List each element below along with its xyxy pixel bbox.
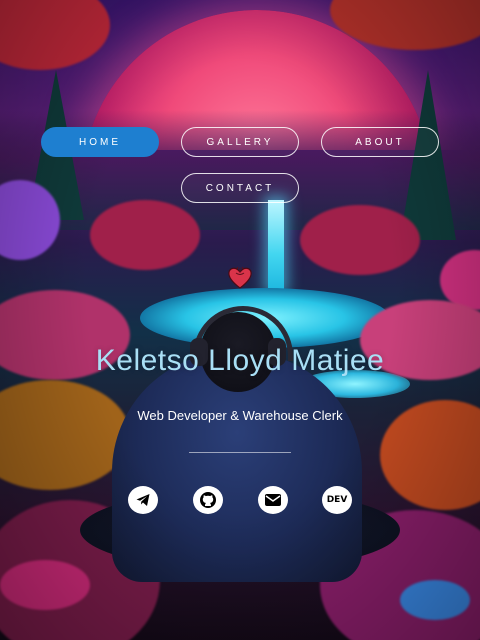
github-link[interactable] <box>193 486 223 514</box>
github-icon <box>200 492 216 508</box>
dev-link[interactable]: DEV <box>322 486 352 514</box>
email-link[interactable] <box>258 486 288 514</box>
nav-contact-button[interactable]: CONTACT <box>181 173 299 203</box>
heart-logo-icon <box>226 264 254 292</box>
telegram-link[interactable] <box>128 486 158 514</box>
dev-icon: DEV <box>326 495 348 505</box>
divider <box>189 452 291 453</box>
telegram-icon <box>136 494 150 506</box>
email-icon <box>265 494 281 506</box>
nav-about-button[interactable]: ABOUT <box>321 127 439 157</box>
hero-tagline: Web Developer & Warehouse Clerk <box>137 408 343 423</box>
nav-home-button[interactable]: HOME <box>41 127 159 157</box>
hero-name: Keletso Lloyd Matjee <box>95 344 385 377</box>
nav-gallery-button[interactable]: GALLERY <box>181 127 299 157</box>
background-artwork <box>0 0 480 640</box>
